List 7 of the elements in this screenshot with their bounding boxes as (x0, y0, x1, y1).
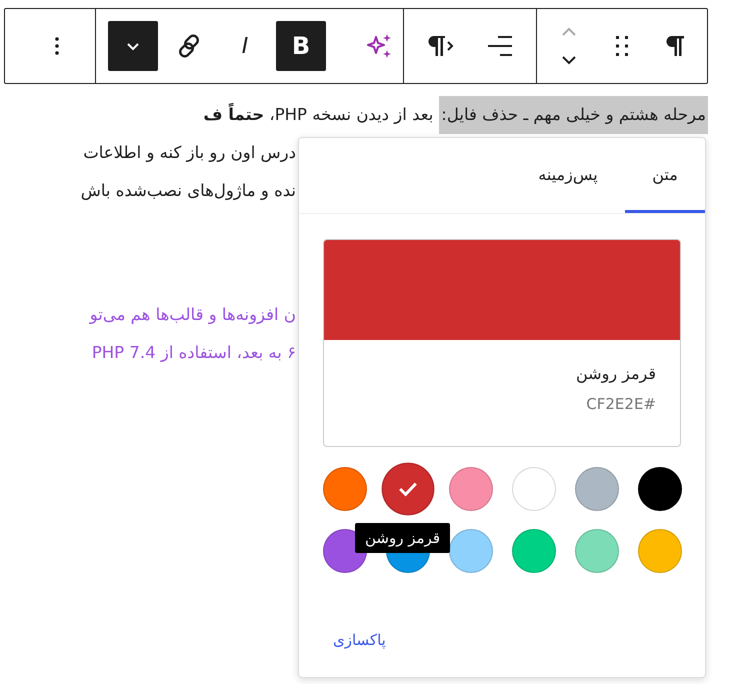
paragraph-text: درس اون رو باز کنه و اطلاعات (82, 142, 296, 164)
color-name: قرمز روشن (575, 363, 657, 383)
color-hex: CF2E2E# (585, 394, 657, 413)
paragraph-text: بعد از دیدن نسخه PHP، حتماً ف (203, 96, 434, 134)
tooltip: قرمز روشن (355, 523, 450, 553)
paragraph-text: نده و ماژول‌های نصب‌شده باش (80, 180, 296, 202)
selected-text: مرحله هشتم و خیلی مهم ـ حذف فایل: (439, 96, 708, 134)
